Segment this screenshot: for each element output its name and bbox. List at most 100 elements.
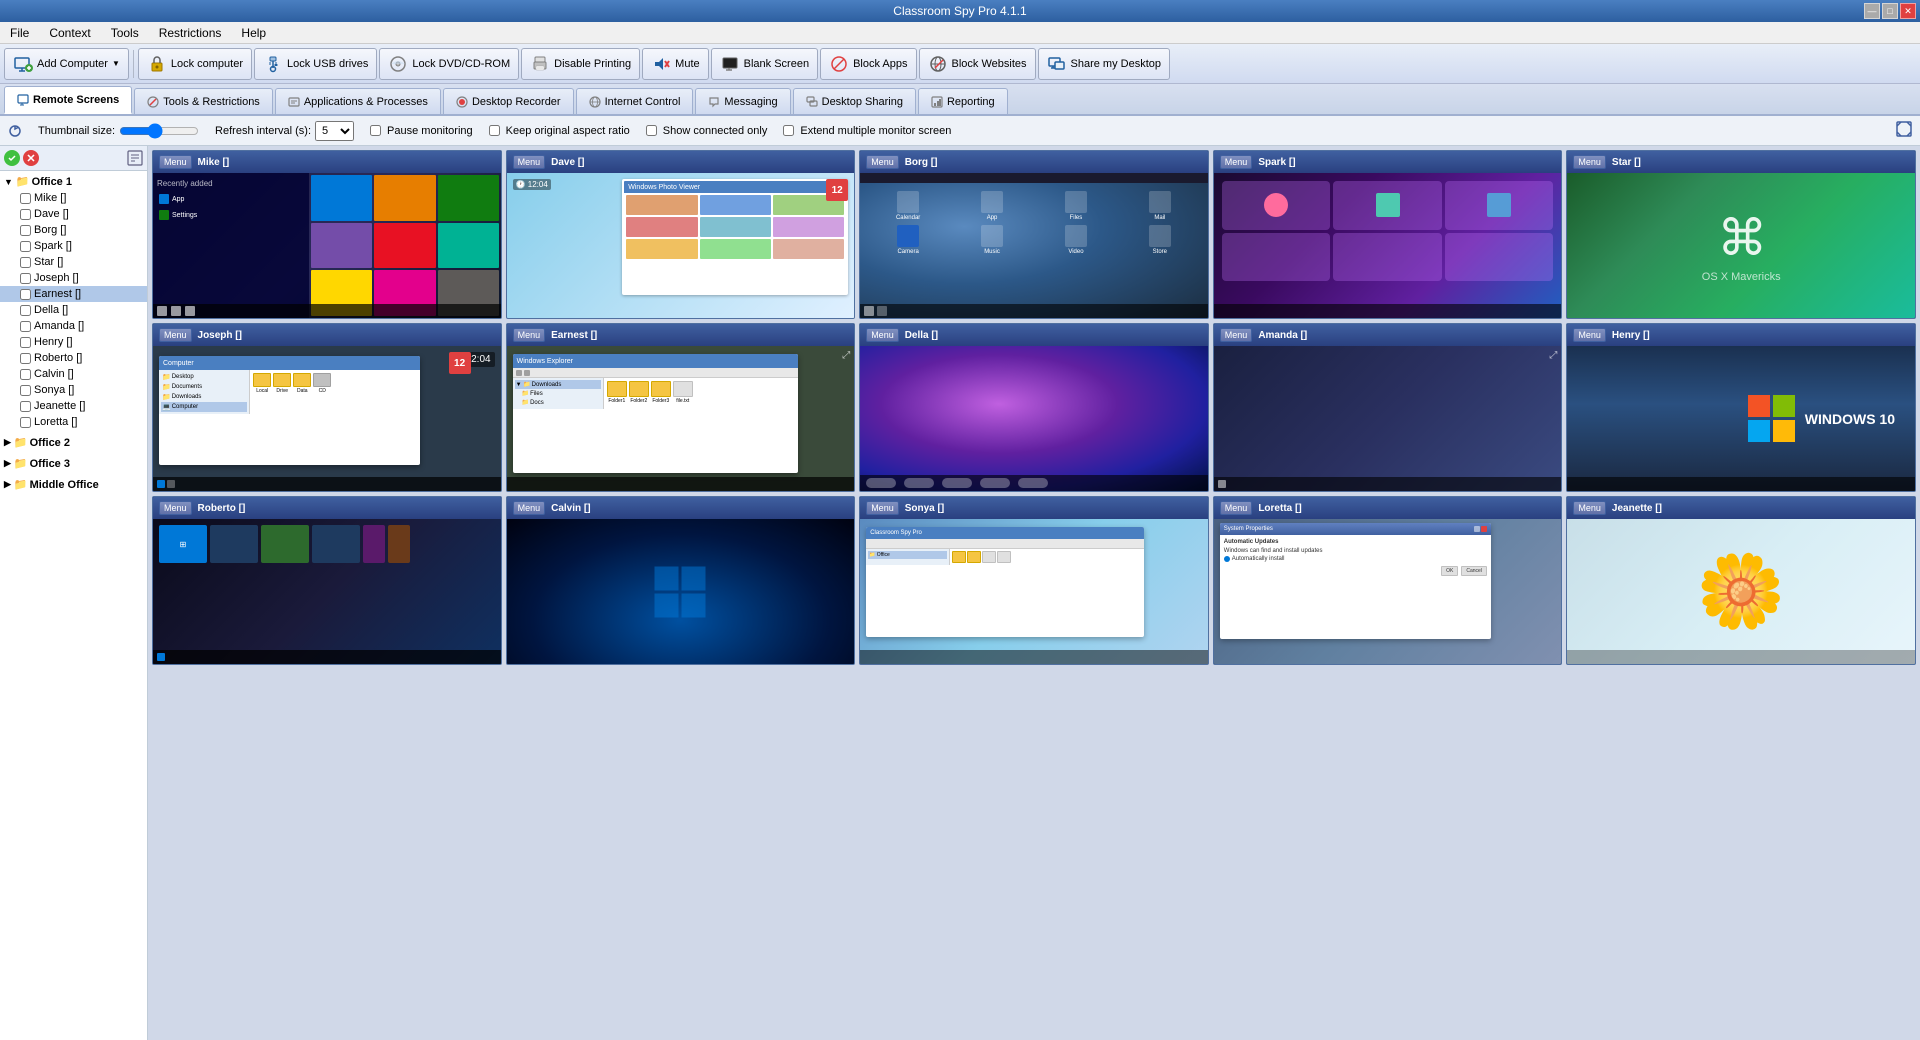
screen-card-spark[interactable]: Menu Spark [] bbox=[1213, 150, 1563, 319]
roberto-checkbox[interactable] bbox=[20, 353, 31, 364]
sidebar-item-loretta[interactable]: Loretta [] bbox=[0, 414, 147, 430]
screen-card-calvin[interactable]: Menu Calvin [] bbox=[506, 496, 856, 665]
lock-usb-button[interactable]: Lock USB drives bbox=[254, 48, 377, 80]
jeanette-menu-btn[interactable]: Menu bbox=[1573, 501, 1606, 515]
calvin-checkbox[interactable] bbox=[20, 369, 31, 380]
joseph-menu-btn[interactable]: Menu bbox=[159, 328, 192, 342]
sidebar-item-borg[interactable]: Borg [] bbox=[0, 222, 147, 238]
sidebar-item-roberto[interactable]: Roberto [] bbox=[0, 350, 147, 366]
sidebar-item-mike[interactable]: Mike [] bbox=[0, 190, 147, 206]
show-connected-label[interactable]: Show connected only bbox=[646, 125, 768, 137]
tree-group-middle-office-header[interactable]: ▶ 📁 Middle Office bbox=[0, 476, 147, 493]
spark-menu-btn[interactable]: Menu bbox=[1220, 155, 1253, 169]
earnest-menu-btn[interactable]: Menu bbox=[513, 328, 546, 342]
screen-card-henry[interactable]: Menu Henry [] bbox=[1566, 323, 1916, 492]
fullscreen-icon[interactable] bbox=[1896, 121, 1912, 137]
star-checkbox[interactable] bbox=[20, 257, 31, 268]
screen-card-loretta[interactable]: Menu Loretta [] System Properties Automa… bbox=[1213, 496, 1563, 665]
block-websites-button[interactable]: Block Websites bbox=[919, 48, 1036, 80]
sidebar-item-earnest[interactable]: Earnest [] bbox=[0, 286, 147, 302]
della-menu-btn[interactable]: Menu bbox=[866, 328, 899, 342]
extend-monitor-checkbox[interactable] bbox=[783, 125, 794, 136]
tree-group-office3-header[interactable]: ▶ 📁 Office 3 bbox=[0, 455, 147, 472]
spark-checkbox[interactable] bbox=[20, 241, 31, 252]
menu-help[interactable]: Help bbox=[235, 24, 272, 42]
amanda-checkbox[interactable] bbox=[20, 321, 31, 332]
loretta-menu-btn[interactable]: Menu bbox=[1220, 501, 1253, 515]
screen-card-jeanette[interactable]: Menu Jeanette [] 🌼 bbox=[1566, 496, 1916, 665]
mike-menu-btn[interactable]: Menu bbox=[159, 155, 192, 169]
joseph-checkbox[interactable] bbox=[20, 273, 31, 284]
menu-context[interactable]: Context bbox=[43, 24, 96, 42]
henry-checkbox[interactable] bbox=[20, 337, 31, 348]
block-apps-button[interactable]: Block Apps bbox=[820, 48, 916, 80]
sidebar-item-jeanette[interactable]: Jeanette [] bbox=[0, 398, 147, 414]
loretta-checkbox[interactable] bbox=[20, 417, 31, 428]
screen-card-joseph[interactable]: Menu Joseph [] 12:04 12 Computer 📁Deskto… bbox=[152, 323, 502, 492]
tab-tools-restrictions[interactable]: Tools & Restrictions bbox=[134, 88, 273, 114]
henry-menu-btn[interactable]: Menu bbox=[1573, 328, 1606, 342]
screen-card-della[interactable]: Menu Della [] bbox=[859, 323, 1209, 492]
menu-restrictions[interactable]: Restrictions bbox=[153, 24, 228, 42]
tab-applications[interactable]: Applications & Processes bbox=[275, 88, 441, 114]
sidebar-item-dave[interactable]: Dave [] bbox=[0, 206, 147, 222]
show-connected-checkbox[interactable] bbox=[646, 125, 657, 136]
sidebar-item-joseph[interactable]: Joseph [] bbox=[0, 270, 147, 286]
sidebar-item-della[interactable]: Della [] bbox=[0, 302, 147, 318]
amanda-menu-btn[interactable]: Menu bbox=[1220, 328, 1253, 342]
keep-aspect-label[interactable]: Keep original aspect ratio bbox=[489, 125, 630, 137]
screen-card-sonya[interactable]: Menu Sonya [] Classroom Spy Pro 📁 Office bbox=[859, 496, 1209, 665]
screen-card-borg[interactable]: Menu Borg [] Calendar App Files Mail Cam… bbox=[859, 150, 1209, 319]
tree-group-office2-header[interactable]: ▶ 📁 Office 2 bbox=[0, 434, 147, 451]
menu-file[interactable]: File bbox=[4, 24, 35, 42]
screen-card-roberto[interactable]: Menu Roberto [] ⊞ bbox=[152, 496, 502, 665]
dave-menu-btn[interactable]: Menu bbox=[513, 155, 546, 169]
roberto-menu-btn[interactable]: Menu bbox=[159, 501, 192, 515]
borg-checkbox[interactable] bbox=[20, 225, 31, 236]
sidebar-item-henry[interactable]: Henry [] bbox=[0, 334, 147, 350]
della-checkbox[interactable] bbox=[20, 305, 31, 316]
sidebar-item-sonya[interactable]: Sonya [] bbox=[0, 382, 147, 398]
borg-menu-btn[interactable]: Menu bbox=[866, 155, 899, 169]
tab-desktop-recorder[interactable]: Desktop Recorder bbox=[443, 88, 574, 114]
pause-monitoring-label[interactable]: Pause monitoring bbox=[370, 125, 473, 137]
tree-group-office1-header[interactable]: ▼ 📁 Office 1 bbox=[0, 173, 147, 190]
thumbnail-size-slider[interactable] bbox=[119, 124, 199, 138]
tab-desktop-sharing[interactable]: Desktop Sharing bbox=[793, 88, 916, 114]
maximize-button[interactable]: □ bbox=[1882, 3, 1898, 19]
close-button[interactable]: ✕ bbox=[1900, 3, 1916, 19]
jeanette-checkbox[interactable] bbox=[20, 401, 31, 412]
sidebar-item-calvin[interactable]: Calvin [] bbox=[0, 366, 147, 382]
minimize-button[interactable]: — bbox=[1864, 3, 1880, 19]
screen-card-amanda[interactable]: Menu Amanda [] ⤢ bbox=[1213, 323, 1563, 492]
refresh-interval-select[interactable]: 5 10 30 bbox=[315, 121, 354, 141]
sidebar-item-star[interactable]: Star [] bbox=[0, 254, 147, 270]
screen-card-mike[interactable]: Menu Mike [] Recently added App Settings bbox=[152, 150, 502, 319]
add-computer-button[interactable]: Add Computer ▼ bbox=[4, 48, 129, 80]
keep-aspect-checkbox[interactable] bbox=[489, 125, 500, 136]
sonya-menu-btn[interactable]: Menu bbox=[866, 501, 899, 515]
lock-dvd-button[interactable]: Lock DVD/CD-ROM bbox=[379, 48, 519, 80]
dave-checkbox[interactable] bbox=[20, 209, 31, 220]
pause-monitoring-checkbox[interactable] bbox=[370, 125, 381, 136]
extend-monitor-label[interactable]: Extend multiple monitor screen bbox=[783, 125, 951, 137]
screen-card-earnest[interactable]: Menu Earnest [] ⤢ Windows Explorer bbox=[506, 323, 856, 492]
earnest-checkbox[interactable] bbox=[20, 289, 31, 300]
tab-reporting[interactable]: Reporting bbox=[918, 88, 1008, 114]
mike-checkbox[interactable] bbox=[20, 193, 31, 204]
sonya-checkbox[interactable] bbox=[20, 385, 31, 396]
tab-messaging[interactable]: Messaging bbox=[695, 88, 790, 114]
disable-printing-button[interactable]: Disable Printing bbox=[521, 48, 640, 80]
screen-card-dave[interactable]: Menu Dave [] Windows Photo Viewer bbox=[506, 150, 856, 319]
screen-card-star[interactable]: Menu Star [] ⌘ OS X Mavericks bbox=[1566, 150, 1916, 319]
sidebar-action-icon[interactable] bbox=[127, 150, 143, 166]
lock-computer-button[interactable]: Lock computer bbox=[138, 48, 252, 80]
tab-remote-screens[interactable]: Remote Screens bbox=[4, 86, 132, 114]
calvin-menu-btn[interactable]: Menu bbox=[513, 501, 546, 515]
mute-button[interactable]: Mute bbox=[642, 48, 708, 80]
blank-screen-button[interactable]: Blank Screen bbox=[711, 48, 818, 80]
menu-tools[interactable]: Tools bbox=[105, 24, 145, 42]
share-desktop-button[interactable]: Share my Desktop bbox=[1038, 48, 1170, 80]
sidebar-item-spark[interactable]: Spark [] bbox=[0, 238, 147, 254]
sidebar-item-amanda[interactable]: Amanda [] bbox=[0, 318, 147, 334]
